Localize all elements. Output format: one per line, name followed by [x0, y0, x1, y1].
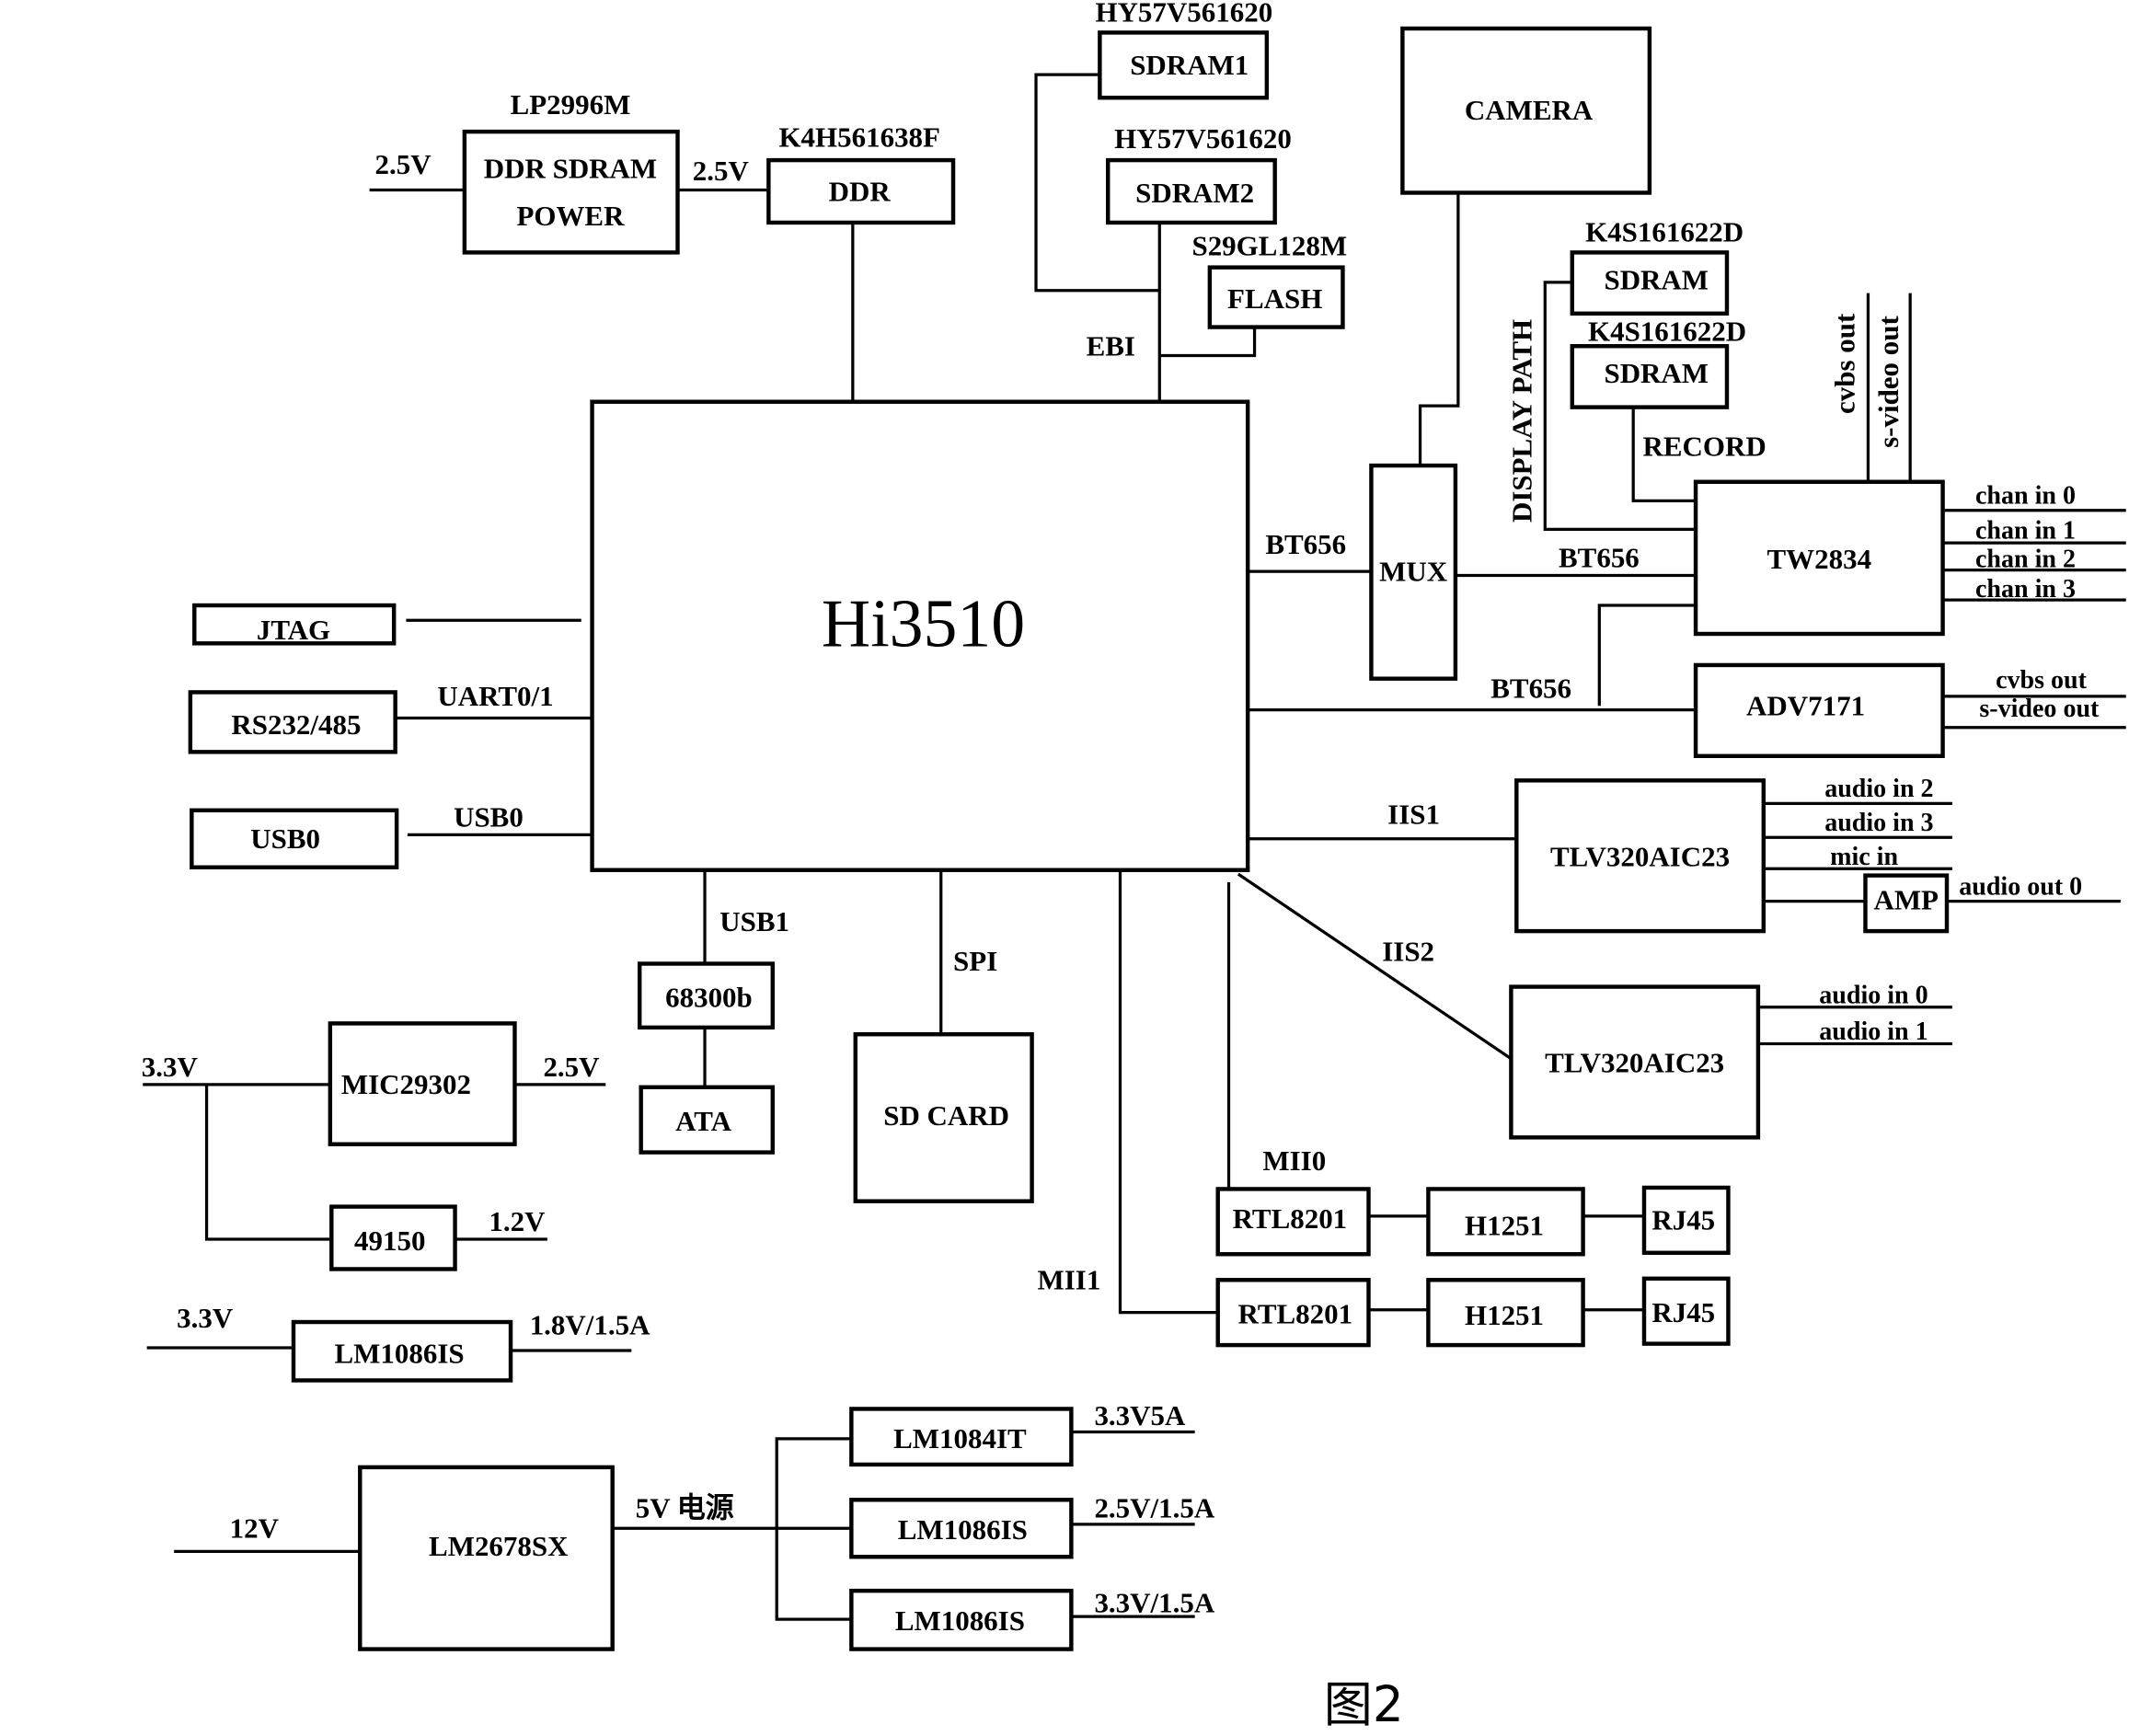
eth1-rj45-label: RJ45	[1651, 1296, 1715, 1328]
display-sdram-part: K4S161622D	[1585, 216, 1743, 248]
eth0-mag-label: H1251	[1465, 1210, 1544, 1242]
reg49150-out-label: 1.2V	[489, 1205, 546, 1237]
bt656-c-label: BT656	[1490, 672, 1571, 704]
spi-label: SPI	[953, 945, 997, 977]
sdram2-part: HY57V561620	[1114, 122, 1292, 155]
lm2678-label: LM2678SX	[429, 1530, 568, 1562]
flash-part: S29GL128M	[1191, 229, 1347, 261]
usb0-bus-label: USB0	[454, 801, 524, 834]
mic29302-label: MIC29302	[341, 1068, 471, 1100]
mux-label: MUX	[1379, 555, 1447, 587]
flash-label: FLASH	[1227, 282, 1322, 315]
figure-caption: 图2	[1324, 1676, 1404, 1733]
sdram1-label: SDRAM1	[1130, 49, 1249, 81]
rs232-label: RS232/485	[231, 708, 361, 741]
display-sdram-label: SDRAM	[1604, 263, 1709, 295]
lm1086c-out-label: 3.3V/1.5A	[1094, 1587, 1214, 1619]
lm1086c-label: LM1086IS	[895, 1604, 1025, 1637]
chan-in-3: chan in 3	[1975, 575, 2076, 604]
sdram1-part: HY57V561620	[1095, 0, 1272, 29]
amp-label: AMP	[1873, 883, 1939, 915]
record-sdram-part: K4S161622D	[1588, 315, 1746, 347]
sd-card-label: SD CARD	[883, 1099, 1009, 1132]
bt656-b-label: BT656	[1559, 542, 1640, 574]
hi3510-label: Hi3510	[822, 585, 1025, 661]
eth0-rj45-label: RJ45	[1651, 1204, 1715, 1236]
ddr-power-block	[462, 129, 680, 255]
usb0-label: USB0	[250, 822, 320, 855]
ddr-power-line1: DDR SDRAM	[484, 152, 657, 184]
ddr-power-out-label: 2.5V	[693, 155, 750, 187]
usb1-label: USB1	[719, 905, 789, 937]
ddr-label: DDR	[829, 175, 892, 207]
adv7171-out-cvbs: cvbs out	[1996, 666, 2088, 695]
audio-in-2: audio in 2	[1824, 775, 1933, 803]
uart-label: UART0/1	[437, 680, 553, 712]
mii0-label: MII0	[1262, 1144, 1326, 1177]
lm1086b-label: LM1086IS	[898, 1513, 1028, 1546]
adv7171-out-svideo: s-video out	[1979, 695, 2100, 723]
chan-in-1: chan in 1	[1975, 517, 2076, 546]
record-label: RECORD	[1643, 431, 1766, 463]
lm1084-label: LM1084IT	[893, 1422, 1027, 1454]
audio-in-1: audio in 1	[1819, 1017, 1928, 1046]
tw2834-out-cvbs: cvbs out	[1829, 313, 1861, 414]
jtag-label: JTAG	[257, 614, 330, 646]
ddr-power-in-label: 2.5V	[375, 148, 432, 180]
lm2678-in-label: 12V	[230, 1512, 280, 1545]
wire-bt656-c-branch	[1597, 604, 1697, 707]
mii1-label: MII1	[1037, 1264, 1100, 1296]
mic29302-out-label: 2.5V	[543, 1051, 600, 1083]
ebi-label: EBI	[1087, 330, 1135, 362]
ddr-power-line2: POWER	[516, 200, 625, 232]
block-diagram: 2.5V LP2996M DDR SDRAM POWER 2.5V K4H561…	[0, 0, 2129, 1736]
wire-49150-in	[204, 1084, 332, 1241]
sdram2-label: SDRAM2	[1135, 177, 1254, 209]
adv7171-label: ADV7171	[1746, 690, 1865, 722]
audio-out-0: audio out 0	[1959, 872, 2082, 901]
chan-in-0: chan in 0	[1975, 481, 2076, 510]
wire-flash	[1159, 327, 1257, 358]
lm1086a-out-label: 1.8V/1.5A	[530, 1308, 650, 1340]
eth1-mag-label: H1251	[1465, 1299, 1544, 1331]
display-path-label: DISPLAY PATH	[1506, 319, 1538, 523]
tw2834-label: TW2834	[1767, 543, 1872, 575]
lm1086a-label: LM1086IS	[335, 1337, 465, 1369]
wire-camera	[1418, 192, 1460, 466]
iis2-label: IIS2	[1382, 936, 1434, 968]
tw2834-out-svideo: s-video out	[1872, 316, 1905, 448]
bridge-68300b-label: 68300b	[665, 982, 753, 1014]
ata-label: ATA	[675, 1105, 731, 1137]
eth0-phy-label: RTL8201	[1233, 1202, 1348, 1235]
wire-iis2	[1237, 872, 1513, 1061]
ddr-part: K4H561638F	[778, 121, 940, 153]
bt656-a-label: BT656	[1265, 528, 1346, 560]
camera-label: CAMERA	[1465, 94, 1594, 126]
codec1-label: TLV320AIC23	[1550, 840, 1730, 872]
mic29302-in-label: 3.3V	[142, 1051, 199, 1083]
lm1084-out-label: 3.3V5A	[1094, 1399, 1186, 1431]
codec2-label: TLV320AIC23	[1545, 1047, 1724, 1079]
audio-in-0: audio in 0	[1819, 981, 1928, 1009]
audio-in-3: audio in 3	[1824, 809, 1933, 837]
iis1-label: IIS1	[1387, 799, 1440, 831]
record-sdram-label: SDRAM	[1604, 357, 1709, 389]
eth1-phy-label: RTL8201	[1238, 1297, 1353, 1329]
mic-in: mic in	[1830, 843, 1898, 871]
ddr-power-part: LP2996M	[511, 88, 631, 121]
lm1086b-out-label: 2.5V/1.5A	[1094, 1491, 1214, 1523]
lm2678-out-label: 5V 电源	[636, 1491, 734, 1523]
lm1086a-in-label: 3.3V	[177, 1302, 234, 1334]
diagram-canvas: 2.5V LP2996M DDR SDRAM POWER 2.5V K4H561…	[142, 0, 2126, 1733]
chan-in-2: chan in 2	[1975, 546, 2076, 574]
reg49150-label: 49150	[354, 1224, 425, 1257]
wire-mii1	[1118, 869, 1218, 1315]
